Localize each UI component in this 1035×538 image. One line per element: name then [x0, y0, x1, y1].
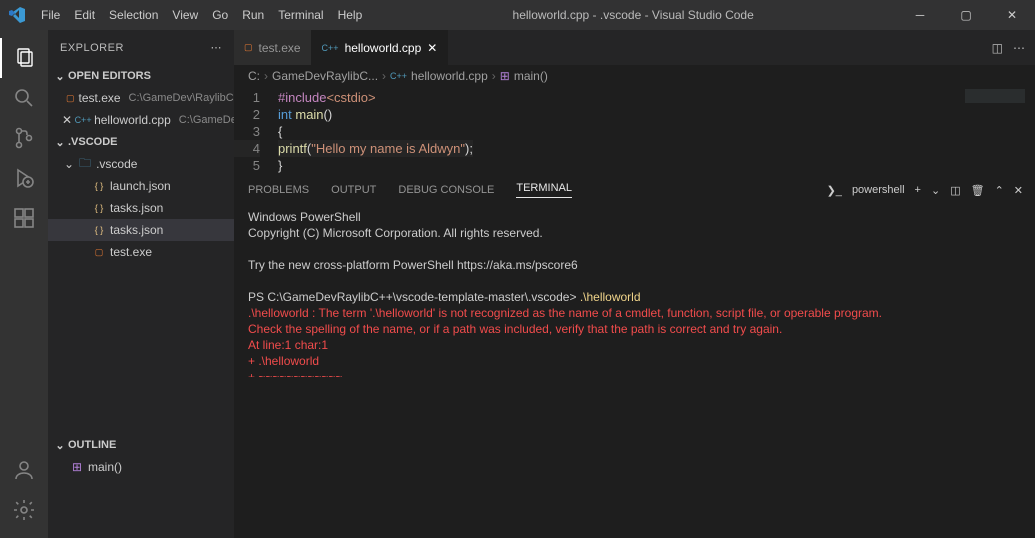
terminal-icon: ❯_: [827, 184, 842, 197]
terminal-dropdown-icon[interactable]: ⌄: [931, 184, 940, 197]
file-icon: { }: [92, 201, 106, 215]
maximize-panel-icon[interactable]: ⌃: [995, 184, 1004, 197]
window-controls: ─ ▢ ✕: [897, 0, 1035, 30]
file-icon: { }: [92, 223, 106, 237]
activity-bar: [0, 30, 48, 538]
symbol-icon: ⊞: [70, 460, 84, 474]
panel-tab-debug-console[interactable]: DEBUG CONSOLE: [398, 184, 494, 196]
chevron-down-icon: ⌄: [64, 157, 74, 171]
sidebar-header: EXPLORER ⋯: [48, 30, 234, 65]
outline-header[interactable]: ⌄OUTLINE: [48, 434, 234, 456]
settings-button[interactable]: [0, 490, 48, 530]
menu-file[interactable]: File: [34, 0, 67, 30]
file-icon: C++: [322, 43, 339, 53]
window-title: helloworld.cpp - .vscode - Visual Studio…: [369, 8, 897, 22]
file-row[interactable]: { }launch.json: [48, 175, 234, 197]
file-row[interactable]: { }tasks.json: [48, 219, 234, 241]
search-tab[interactable]: [0, 78, 48, 118]
shell-name[interactable]: powershell: [852, 184, 905, 196]
more-actions-icon[interactable]: ⋯: [1013, 41, 1025, 55]
kill-terminal-icon[interactable]: 🗑: [971, 184, 985, 197]
sidebar-more-icon[interactable]: ⋯: [211, 41, 223, 54]
folder-icon: 🗀: [78, 157, 92, 171]
menu-help[interactable]: Help: [331, 0, 370, 30]
chevron-down-icon: ⌄: [52, 136, 68, 149]
split-terminal-icon[interactable]: ◫: [950, 184, 960, 197]
split-editor-icon[interactable]: ◫: [992, 41, 1003, 55]
file-row[interactable]: { }tasks.json: [48, 197, 234, 219]
menu-run[interactable]: Run: [235, 0, 271, 30]
terminal[interactable]: Windows PowerShellCopyright (C) Microsof…: [234, 205, 1035, 377]
accounts-button[interactable]: [0, 450, 48, 490]
panel-tab-problems[interactable]: PROBLEMS: [248, 184, 309, 196]
panel-tab-terminal[interactable]: TERMINAL: [516, 182, 572, 198]
outline-item[interactable]: ⊞main(): [48, 456, 234, 478]
workspace-header[interactable]: ⌄.VSCODE: [48, 131, 234, 153]
chevron-down-icon: ⌄: [52, 70, 68, 83]
editor-tabs: ▢test.exeC++helloworld.cpp✕ ◫ ⋯: [234, 30, 1035, 65]
source-control-tab[interactable]: [0, 118, 48, 158]
panel-tab-output[interactable]: OUTPUT: [331, 184, 376, 196]
panel-tabs: PROBLEMS OUTPUT DEBUG CONSOLE TERMINAL ❯_ pow…: [234, 175, 1035, 205]
line-numbers: 12345: [234, 89, 278, 174]
open-editor-item[interactable]: ✕C++helloworld.cppC:\GameDev...: [48, 109, 234, 131]
extensions-tab[interactable]: [0, 198, 48, 238]
chevron-down-icon: ⌄: [52, 439, 68, 452]
close-icon[interactable]: ✕: [62, 113, 72, 127]
run-debug-tab[interactable]: [0, 158, 48, 198]
titlebar: FileEditSelectionViewGoRunTerminalHelp h…: [0, 0, 1035, 30]
editor-tab[interactable]: C++helloworld.cpp✕: [312, 30, 449, 65]
file-icon: ▢: [66, 91, 75, 105]
file-row[interactable]: ▢test.exe: [48, 241, 234, 263]
folder-row[interactable]: ⌄ 🗀 .vscode: [48, 153, 234, 175]
editor-group: ▢test.exeC++helloworld.cpp✕ ◫ ⋯ C:› GameDe…: [234, 30, 1035, 538]
code-editor[interactable]: 12345 #include<cstdio>int main(){ printf…: [234, 87, 1035, 174]
vscode-logo: [0, 7, 34, 23]
editor-tab[interactable]: ▢test.exe: [234, 30, 312, 65]
breadcrumb[interactable]: C:› GameDevRaylibC...› C++ helloworld.cp…: [234, 65, 1035, 87]
close-icon[interactable]: ✕: [427, 41, 437, 55]
open-editors-header[interactable]: ⌄OPEN EDITORS: [48, 65, 234, 87]
menu-view[interactable]: View: [165, 0, 205, 30]
open-editor-item[interactable]: ▢test.exeC:\GameDev\RaylibC...: [48, 87, 234, 109]
menu-edit[interactable]: Edit: [67, 0, 102, 30]
file-icon: ▢: [92, 245, 106, 259]
close-button[interactable]: ✕: [989, 0, 1035, 30]
menu-bar: FileEditSelectionViewGoRunTerminalHelp: [34, 0, 369, 30]
maximize-button[interactable]: ▢: [943, 0, 989, 30]
menu-selection[interactable]: Selection: [102, 0, 165, 30]
minimap[interactable]: [965, 89, 1025, 103]
function-icon: ⊞: [500, 69, 510, 83]
file-icon: { }: [92, 179, 106, 193]
close-panel-icon[interactable]: ✕: [1014, 184, 1023, 197]
menu-go[interactable]: Go: [205, 0, 235, 30]
new-terminal-icon[interactable]: +: [915, 184, 921, 196]
file-icon: C++: [76, 113, 90, 127]
bottom-panel: PROBLEMS OUTPUT DEBUG CONSOLE TERMINAL ❯_ pow…: [234, 174, 1035, 377]
cpp-icon: C++: [390, 71, 407, 81]
explorer-sidebar: EXPLORER ⋯ ⌄OPEN EDITORS ▢test.exeC:\Gam…: [48, 30, 234, 538]
explorer-tab[interactable]: [0, 38, 48, 78]
file-icon: ▢: [244, 42, 253, 53]
minimize-button[interactable]: ─: [897, 0, 943, 30]
menu-terminal[interactable]: Terminal: [271, 0, 330, 30]
